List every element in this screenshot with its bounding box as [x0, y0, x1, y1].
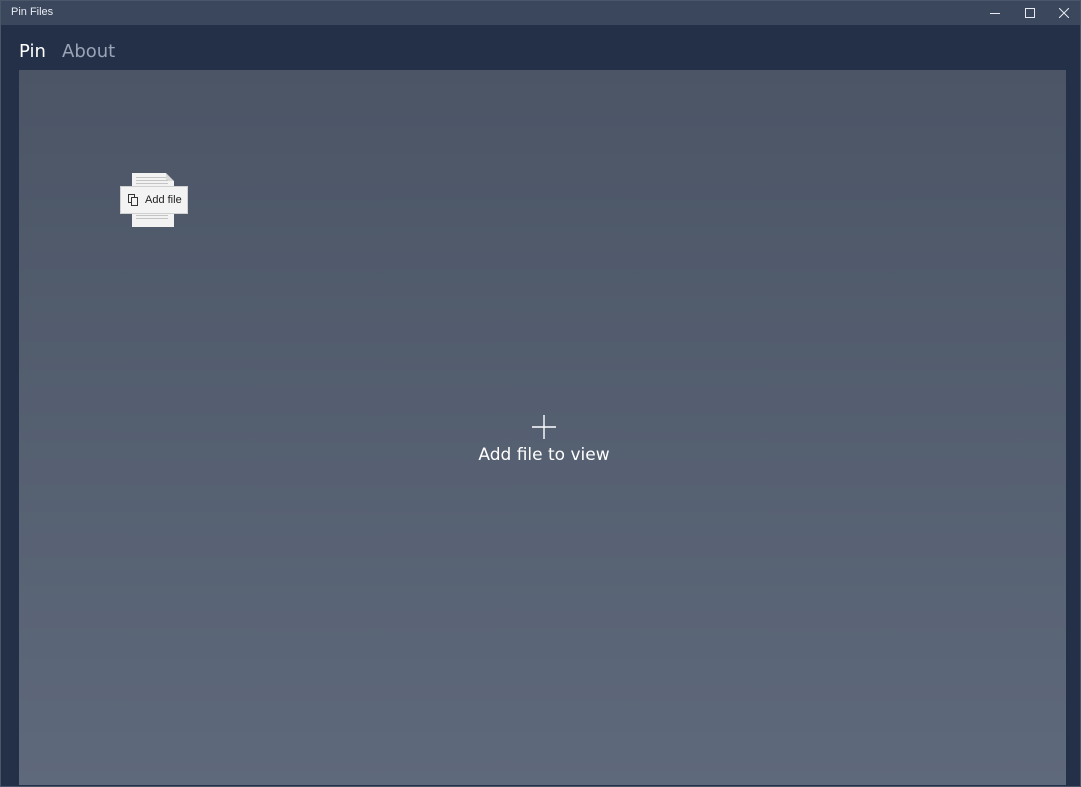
document-icon	[132, 213, 174, 227]
close-icon	[1059, 8, 1069, 18]
maximize-icon	[1025, 8, 1035, 18]
drag-tooltip: Add file	[120, 186, 188, 214]
add-file-button[interactable]: Add file to view	[459, 410, 629, 474]
add-file-label: Add file to view	[478, 445, 610, 465]
title-bar[interactable]: Pin Files	[1, 1, 1080, 25]
plus-icon	[532, 415, 556, 439]
nav-item-pin[interactable]: Pin	[19, 42, 46, 62]
minimize-button[interactable]	[978, 1, 1012, 25]
app-window: Pin Files Pin About Add file Add file to…	[0, 0, 1081, 787]
close-button[interactable]	[1047, 1, 1081, 25]
nav-item-about[interactable]: About	[62, 42, 115, 62]
copy-icon	[128, 194, 138, 206]
navigation-bar: Pin About	[1, 25, 1080, 69]
maximize-button[interactable]	[1013, 1, 1047, 25]
window-title: Pin Files	[11, 6, 54, 18]
minimize-icon	[990, 13, 1000, 14]
drag-preview: Add file	[120, 173, 188, 227]
drag-tooltip-label: Add file	[145, 194, 182, 206]
file-drop-area[interactable]: Add file Add file to view	[19, 70, 1066, 785]
document-icon	[132, 173, 174, 187]
